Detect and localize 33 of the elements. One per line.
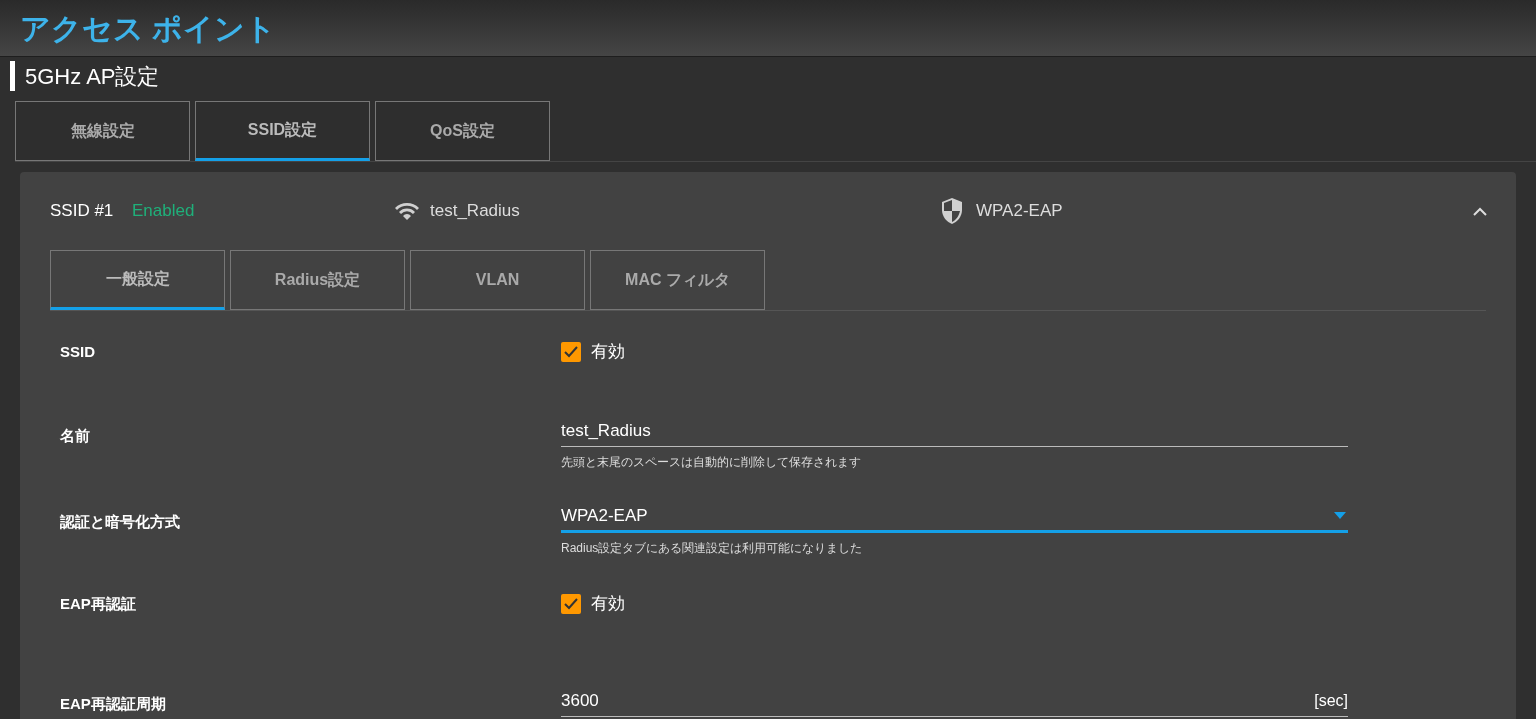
dropdown-arrow-icon <box>1334 512 1346 519</box>
field-label: 名前 <box>59 426 91 446</box>
select-field[interactable]: WPA2-EAP <box>561 501 1348 533</box>
tab[interactable]: MAC フィルタ <box>590 250 765 310</box>
ssid-status: Enabled <box>132 200 196 223</box>
field-label: EAP再認証 <box>59 594 137 614</box>
input-field[interactable]: 3600 [sec] <box>561 685 1348 717</box>
checkbox-label: 有効 <box>591 341 625 363</box>
security-mode: WPA2-EAP <box>976 200 1063 223</box>
section-title: 5GHz AP設定 <box>25 62 160 91</box>
ssid-name: test_Radius <box>430 200 521 223</box>
input-field[interactable]: test_Radius <box>561 415 1348 447</box>
field-label: 認証と暗号化方式 <box>59 512 181 532</box>
tab[interactable]: QoS設定 <box>375 101 550 161</box>
tab[interactable]: Radius設定 <box>230 250 405 310</box>
tab[interactable]: 一般設定 <box>50 250 225 310</box>
tab[interactable]: 無線設定 <box>15 101 190 161</box>
field-label: SSID <box>59 342 96 362</box>
chevron-up-icon <box>1472 206 1488 216</box>
tab[interactable]: VLAN <box>410 250 585 310</box>
checkbox-label: 有効 <box>591 593 625 615</box>
shield-icon <box>940 197 964 225</box>
field-label: EAP再認証周期 <box>59 694 167 714</box>
page-title: アクセス ポイント <box>20 10 277 47</box>
checkbox[interactable] <box>561 593 581 614</box>
field-hint: Radius設定タブにある関連設定は利用可能になりました <box>561 540 864 557</box>
ssid-number: SSID #1 <box>50 200 115 223</box>
checkbox[interactable] <box>561 341 581 362</box>
tab[interactable]: SSID設定 <box>195 101 370 161</box>
field-hint: 先頭と末尾のスペースは自動的に削除して保存されます <box>561 454 862 471</box>
wifi-icon <box>394 201 420 221</box>
unit-label: [sec] <box>1314 690 1348 711</box>
section-marker <box>10 61 15 91</box>
